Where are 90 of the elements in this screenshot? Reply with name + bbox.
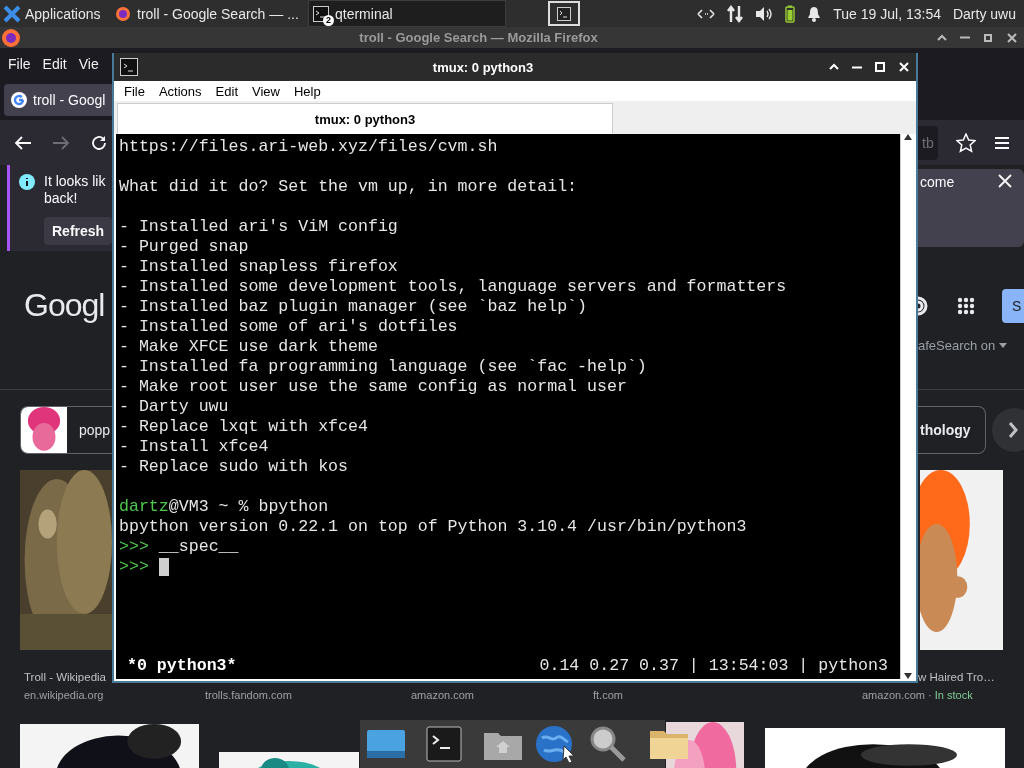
reload-icon <box>90 133 108 152</box>
bell-icon <box>807 5 822 22</box>
menu-item[interactable]: Edit <box>42 56 67 72</box>
terminal-line: - Make XFCE use dark theme <box>119 337 379 357</box>
applications-menu[interactable]: Applications <box>0 0 110 27</box>
terminal-line: - Replace sudo with kos <box>119 457 350 477</box>
menu-item[interactable]: File <box>8 56 31 72</box>
dock-item[interactable] <box>588 724 628 764</box>
google-logo: Googl <box>24 287 105 324</box>
terminal-line: dartz@VM3 ~ % bpython <box>119 497 330 517</box>
taskbar-button[interactable]: 2 qterminal <box>308 0 506 27</box>
minimize-icon <box>960 36 970 39</box>
menu-item[interactable]: File <box>124 83 145 99</box>
result-title[interactable]: w Haired Tro… <box>918 668 995 686</box>
count-badge: 2 <box>323 14 334 26</box>
menu-item[interactable]: Actions <box>158 83 202 99</box>
maximize-icon <box>982 31 994 44</box>
window-title: tmux: 0 python3 <box>431 59 535 75</box>
user-name[interactable]: Darty uwu <box>952 5 1016 22</box>
terminal-line: - Installed snapless firefox <box>119 257 399 277</box>
battery-icon <box>785 4 796 23</box>
close-icon <box>1006 31 1018 44</box>
tmux-status: 0.14 0.27 0.37 | 13:54:03 | python3 <box>539 656 888 676</box>
terminal-line: - Purged snap <box>119 237 250 257</box>
tmux-window-label: *0 python3* <box>127 656 237 676</box>
transfer-icon <box>727 4 744 23</box>
result-source: amazon.com · In stock <box>862 688 973 703</box>
result-source: en.wikipedia.org <box>24 688 104 703</box>
notification-text: It looks lik back! <box>44 173 107 207</box>
terminal-line: - Installed baz plugin manager (see `baz help`) <box>119 297 589 317</box>
terminal-tab[interactable]: tmux: 0 python3 <box>117 103 613 134</box>
network-icon <box>697 7 716 20</box>
terminal-line: - Make root user use the same config as normal user <box>119 377 628 397</box>
sign-in-button[interactable]: S <box>1002 289 1024 323</box>
terminal-icon <box>120 58 138 76</box>
apps-icon <box>957 297 975 315</box>
terminal-line: - Install xfce4 <box>119 437 270 457</box>
volume-icon <box>755 5 774 22</box>
terminal-line: bpython version 0.22.1 on top of Python 3.10.4 /usr/bin/python3 <box>119 517 748 537</box>
notification-text: come <box>920 174 955 191</box>
magnifier-icon <box>588 724 628 764</box>
result-source: amazon.com <box>411 688 474 703</box>
back-icon <box>14 134 32 151</box>
terminal-line: - Installed some development tools, language servers and formatters <box>119 277 788 297</box>
terminal-icon <box>557 6 571 21</box>
close-icon <box>998 174 1012 188</box>
safesearch-label[interactable]: afeSearch on <box>918 338 996 353</box>
terminal-line: >>> <box>119 557 900 577</box>
firefox-icon <box>115 5 131 22</box>
close-icon <box>898 61 910 73</box>
terminal-icon <box>426 726 462 762</box>
taskbar-button[interactable]: troll - Google Search — ... <box>110 0 308 27</box>
terminal-line: >>> __spec__ <box>119 537 240 557</box>
chevron-right-icon <box>1007 421 1018 439</box>
menu-item[interactable]: Vie <box>78 56 99 72</box>
menu-item[interactable]: View <box>252 83 280 99</box>
firefox-icon <box>1 27 21 48</box>
xfce-icon <box>3 4 21 23</box>
terminal-line: - Darty uwu <box>119 397 230 417</box>
scrollbar[interactable] <box>900 134 914 679</box>
result-source: trolls.fandom.com <box>205 688 292 703</box>
scroll-down-icon <box>903 673 912 679</box>
terminal-line: - Replace lxqt with xfce4 <box>119 417 369 437</box>
menu-item[interactable]: Edit <box>215 83 238 99</box>
refresh-button[interactable]: Refresh <box>44 217 112 245</box>
clock[interactable]: Tue 19 Jul, 13:54 <box>833 5 941 22</box>
window-title: troll - Google Search — Mozilla Firefox <box>358 30 599 45</box>
google-icon <box>10 91 28 109</box>
search-chip[interactable]: popp <box>20 406 112 454</box>
caret-icon <box>999 343 1008 348</box>
terminal-line: - Installed ari's ViM config <box>119 217 399 237</box>
maximize-icon <box>874 61 886 73</box>
browser-tab[interactable]: troll - Googl <box>4 84 112 116</box>
scroll-right-button[interactable] <box>991 408 1024 452</box>
terminal-line: What did it do? Set the vm up, in more detail: <box>119 177 579 197</box>
desktop-icon <box>366 727 406 761</box>
dock-item[interactable] <box>426 726 462 762</box>
menu-icon <box>993 135 1010 150</box>
terminal-line: - Installed some of ari's dotfiles <box>119 317 459 337</box>
result-title[interactable]: Troll - Wikipedia <box>24 668 106 686</box>
terminal-icon <box>313 5 329 22</box>
menu-item[interactable]: Help <box>293 83 321 99</box>
terminal-line: https://files.ari-web.xyz/files/cvm.sh <box>119 137 499 157</box>
minimize-icon <box>852 65 862 69</box>
workspace-switcher[interactable] <box>548 1 580 26</box>
result-source: ft.com <box>593 688 623 703</box>
info-icon <box>18 173 36 191</box>
star-icon <box>955 132 976 153</box>
terminal-line: - Installed fa programming language (see `fac -help`) <box>119 357 648 377</box>
forward-icon <box>52 134 70 151</box>
